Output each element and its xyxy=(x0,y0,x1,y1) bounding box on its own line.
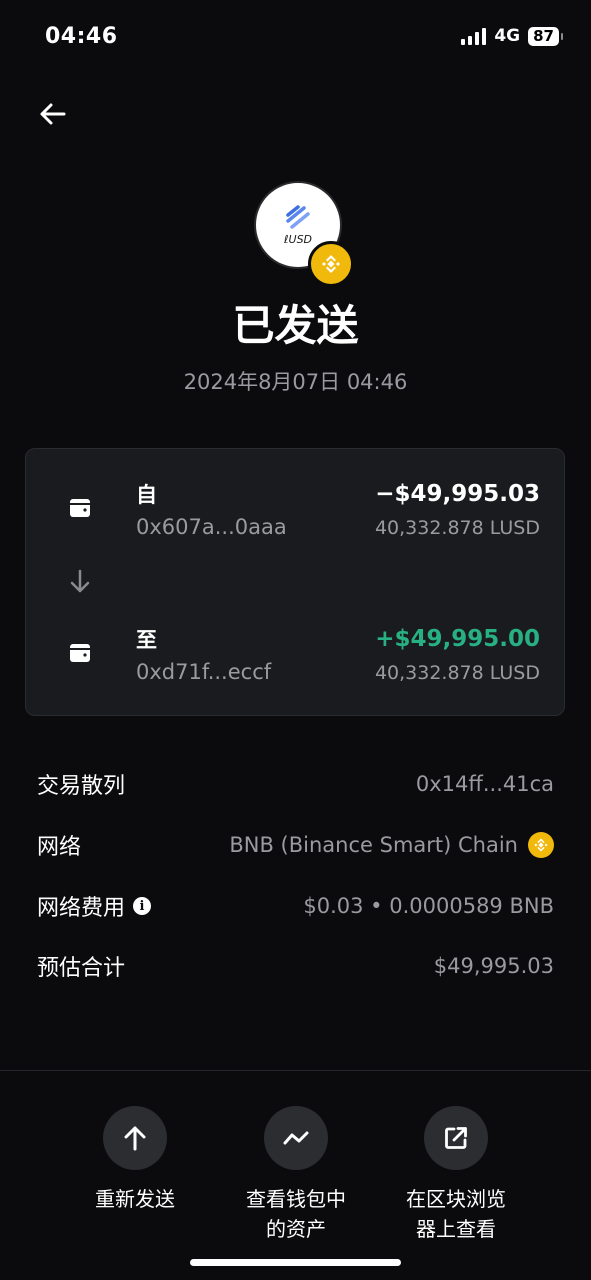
battery-icon: 87 xyxy=(528,26,563,46)
sender-label: 自 xyxy=(136,483,157,507)
token-icon-group: ℓUSD xyxy=(254,181,354,287)
recipient-row: 至 0xd71f...eccf +$49,995.00 40,332.878 L… xyxy=(26,594,564,684)
transaction-status-title: 已发送 xyxy=(232,301,359,350)
network-type: 4G xyxy=(494,26,521,46)
transaction-detail-screen: 04:46 4G 87 ℓUSD 已发送 2024年8月07日 04:46 自 … xyxy=(0,0,591,1280)
arrow-down-icon xyxy=(70,569,90,593)
view-in-wallet-icon-circle xyxy=(264,1106,328,1170)
view-on-explorer-icon-circle xyxy=(424,1106,488,1170)
lusd-logo-icon xyxy=(286,204,310,229)
battery-level: 87 xyxy=(528,26,559,46)
info-icon[interactable]: i xyxy=(133,897,152,915)
sent-amount-usd: −$49,995.03 xyxy=(375,481,540,507)
token-symbol: ℓUSD xyxy=(283,232,313,246)
bnb-icon xyxy=(322,255,340,273)
resend-label: 重新发送 xyxy=(95,1187,175,1211)
status-indicators: 4G 87 xyxy=(461,26,563,46)
transfer-card: 自 0x607a...0aaa −$49,995.03 40,332.878 L… xyxy=(25,448,565,716)
view-in-wallet-label: 查看钱包中 的资产 xyxy=(246,1187,346,1241)
bnb-icon xyxy=(528,832,554,858)
resend-button[interactable]: 重新发送 xyxy=(70,1106,200,1214)
sent-amount-token: 40,332.878 LUSD xyxy=(374,517,540,539)
network-label: 网络 xyxy=(37,835,82,860)
view-on-explorer-button[interactable]: 在区块浏览 器上查看 xyxy=(391,1106,521,1244)
arrow-up-icon xyxy=(124,1126,146,1151)
estimated-total-label: 预估合计 xyxy=(37,956,126,981)
received-amount-usd: +$49,995.00 xyxy=(375,626,540,652)
wallet-icon xyxy=(70,644,90,662)
bnb-chain-badge xyxy=(308,241,354,287)
external-link-icon xyxy=(445,1127,467,1149)
resend-icon-circle xyxy=(103,1106,167,1170)
estimated-total-value: $49,995.03 xyxy=(433,954,554,978)
view-on-explorer-label: 在区块浏览 器上查看 xyxy=(406,1187,506,1241)
detail-row-network: 网络 BNB (Binance Smart) Chain xyxy=(37,825,554,865)
network-value: BNB (Binance Smart) Chain xyxy=(229,833,518,857)
home-indicator[interactable] xyxy=(190,1259,401,1266)
transaction-datetime: 2024年8月07日 04:46 xyxy=(183,370,408,394)
arrow-left-icon xyxy=(40,103,66,125)
trend-chart-icon xyxy=(283,1131,309,1145)
recipient-address[interactable]: 0xd71f...eccf xyxy=(136,660,271,684)
network-fee-label-group: 网络费用 i xyxy=(37,890,152,922)
sender-row: 自 0x607a...0aaa −$49,995.03 40,332.878 L… xyxy=(26,449,564,539)
status-time: 04:46 xyxy=(45,24,118,49)
view-in-wallet-button[interactable]: 查看钱包中 的资产 xyxy=(231,1106,361,1244)
tx-hash-value[interactable]: 0x14ff...41ca xyxy=(416,772,554,796)
tx-hash-label: 交易散列 xyxy=(37,774,126,799)
wallet-icon xyxy=(70,499,90,517)
recipient-label: 至 xyxy=(136,628,157,652)
network-value-group: BNB (Binance Smart) Chain xyxy=(229,832,554,858)
sender-address[interactable]: 0x607a...0aaa xyxy=(136,515,287,539)
detail-row-estimated-total: 预估合计 $49,995.03 xyxy=(37,946,554,986)
detail-row-tx-hash: 交易散列 0x14ff...41ca xyxy=(37,764,554,804)
divider xyxy=(0,1070,591,1071)
network-fee-value: $0.03 • 0.0000589 BNB xyxy=(303,894,554,918)
back-button[interactable] xyxy=(34,96,70,132)
received-amount-token: 40,332.878 LUSD xyxy=(374,662,540,684)
signal-icon xyxy=(461,27,487,45)
detail-row-network-fee: 网络费用 i $0.03 • 0.0000589 BNB xyxy=(37,886,554,926)
network-fee-label: 网络费用 xyxy=(37,896,126,921)
